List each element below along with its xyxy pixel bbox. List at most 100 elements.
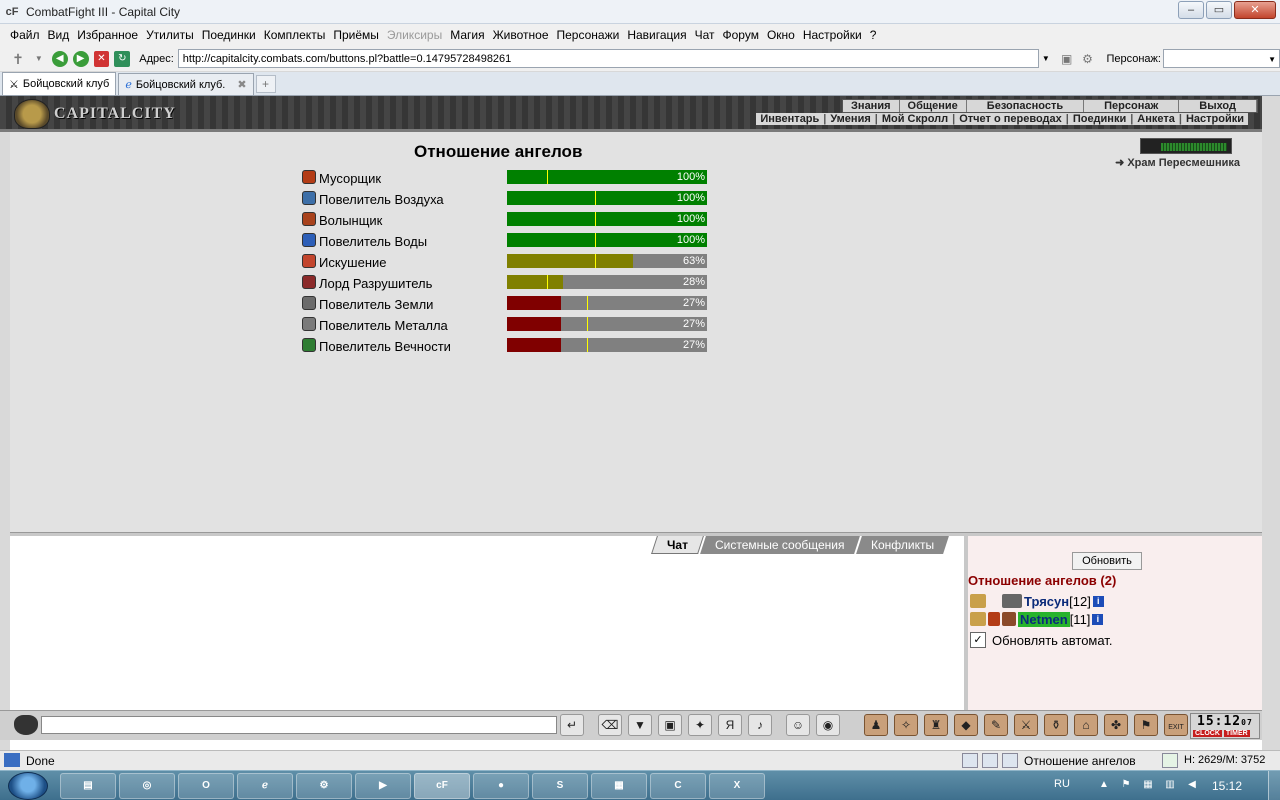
language-indicator[interactable]: RU	[1054, 778, 1070, 790]
menu-item-16[interactable]: ?	[870, 28, 877, 42]
menu-item-3[interactable]: Утилиты	[146, 28, 194, 42]
smiley-icon[interactable]: ☺	[786, 714, 810, 736]
network-tray-icon[interactable]: ▥	[1164, 779, 1176, 791]
map-icon[interactable]: ◆	[954, 714, 978, 736]
menu-item-4[interactable]: Поединки	[202, 28, 256, 42]
page-status-icon[interactable]	[982, 753, 998, 768]
back-button[interactable]: ◀	[51, 50, 68, 67]
info-icon[interactable]: i	[1092, 613, 1104, 625]
tray-expand-icon[interactable]: ▲	[1098, 779, 1110, 791]
taskbar-app-outlook-icon[interactable]: O	[178, 773, 234, 799]
clock-label[interactable]: CLOCK	[1193, 730, 1222, 737]
send-button[interactable]: ↵	[560, 714, 584, 736]
cross-icon[interactable]: ✝	[10, 51, 26, 67]
timer-label[interactable]: TIMER	[1223, 730, 1250, 737]
private-message-icon[interactable]	[970, 612, 986, 626]
maximize-button[interactable]: ▭	[1206, 1, 1232, 19]
taskbar-app-chrome-icon[interactable]: ◎	[119, 773, 175, 799]
translit-icon[interactable]: Я	[718, 714, 742, 736]
inventory-icon[interactable]: ♜	[924, 714, 948, 736]
exit-icon[interactable]: EXIT	[1164, 714, 1188, 736]
magic-icon[interactable]: ✧	[894, 714, 918, 736]
fight-icon[interactable]: ⚔	[1014, 714, 1038, 736]
close-button[interactable]: ✕	[1234, 1, 1276, 19]
menu-item-9[interactable]: Животное	[493, 28, 549, 42]
eraser-icon[interactable]: ⌫	[598, 714, 622, 736]
auto-refresh-checkbox[interactable]: ✓	[970, 632, 986, 648]
refresh-button[interactable]: ↻	[114, 50, 131, 67]
tab-system-messages[interactable]: Системные сообщения	[700, 536, 860, 554]
person-select[interactable]: ▼	[1162, 49, 1280, 68]
filter-icon[interactable]: ▼	[628, 714, 652, 736]
taskbar-app-cc-icon[interactable]: C	[650, 773, 706, 799]
menu-item-6[interactable]: Приёмы	[333, 28, 379, 42]
taskbar-app-messenger-icon[interactable]: ●	[473, 773, 529, 799]
nav-transfer-report[interactable]: Отчет о переводах	[955, 113, 1066, 125]
taskbar-app-explorer-icon[interactable]: ▤	[60, 773, 116, 799]
menu-item-1[interactable]: Вид	[48, 28, 70, 42]
quest-icon[interactable]: ✎	[984, 714, 1008, 736]
nav-inventory[interactable]: Инвентарь	[756, 113, 823, 125]
tab-fight-club-2[interactable]: ℯ Бойцовский клуб. ✖	[118, 73, 254, 95]
menu-item-12[interactable]: Чат	[695, 28, 715, 42]
paw-icon[interactable]: ✤	[1104, 714, 1128, 736]
menu-item-7[interactable]: Эликсиры	[387, 28, 442, 42]
nav-settings[interactable]: Настройки	[1182, 113, 1248, 125]
walk-icon[interactable]: ✦	[688, 714, 712, 736]
start-button[interactable]	[8, 772, 48, 800]
menu-item-11[interactable]: Навигация	[627, 28, 686, 42]
minimize-button[interactable]: –	[1178, 1, 1204, 19]
nav-exit[interactable]: Выход	[1179, 100, 1257, 112]
tab-fight-club[interactable]: ⚔ Бойцовский клуб	[2, 72, 117, 95]
new-tab-button[interactable]: +	[255, 75, 276, 93]
menu-item-14[interactable]: Окно	[767, 28, 795, 42]
dropdown-icon[interactable]: ▼	[31, 51, 47, 67]
network-tray-icon[interactable]: ▦	[1142, 779, 1154, 791]
page-icon[interactable]: ▣	[1059, 51, 1075, 67]
nav-skills[interactable]: Умения	[826, 113, 874, 125]
nav-security[interactable]: Безопасность	[967, 100, 1085, 112]
shop-icon[interactable]: ⌂	[1074, 714, 1098, 736]
user-name[interactable]: Netmen	[1018, 611, 1070, 627]
nav-character[interactable]: Персонаж	[1084, 100, 1180, 112]
info-icon[interactable]: i	[1092, 595, 1104, 607]
nav-my-scroll[interactable]: Мой Скролл	[878, 113, 952, 125]
head-icon[interactable]	[14, 715, 38, 735]
address-dropdown-icon[interactable]: ▼	[1039, 49, 1053, 68]
taskbar-app-media-icon[interactable]: ▶	[355, 773, 411, 799]
address-input[interactable]	[177, 49, 1039, 68]
right-scrollbar[interactable]	[1262, 96, 1280, 750]
menu-item-2[interactable]: Избранное	[77, 28, 138, 42]
menu-item-8[interactable]: Магия	[450, 28, 484, 42]
menu-item-13[interactable]: Форум	[723, 28, 759, 42]
refresh-status-icon[interactable]	[1162, 753, 1178, 768]
flag-tray-icon[interactable]: ⚑	[1120, 779, 1132, 791]
menu-item-0[interactable]: Файл	[10, 28, 40, 42]
taskbar-app-calendar-icon[interactable]: ▦	[591, 773, 647, 799]
nav-profile[interactable]: Анкета	[1133, 113, 1179, 125]
menu-item-10[interactable]: Персонажи	[557, 28, 620, 42]
sound-icon[interactable]: ♪	[748, 714, 772, 736]
window-status-icon[interactable]	[1002, 753, 1018, 768]
save-icon[interactable]: ▣	[658, 714, 682, 736]
flag-icon[interactable]: ⚑	[1134, 714, 1158, 736]
forward-button[interactable]: ▶	[72, 50, 89, 67]
refresh-online-button[interactable]: Обновить	[1072, 552, 1142, 570]
chat-input[interactable]	[41, 716, 557, 734]
show-desktop-button[interactable]	[1268, 771, 1280, 800]
taskbar-app-program-icon[interactable]: ⚙	[296, 773, 352, 799]
user-name[interactable]: Трясун	[1024, 594, 1069, 609]
volume-tray-icon[interactable]: ◀	[1186, 779, 1198, 791]
temple-link[interactable]: ➜ Храм Пересмешника	[1115, 156, 1240, 169]
tab-close-icon[interactable]: ✖	[237, 78, 246, 91]
taskbar-app-ie-icon[interactable]: ℯ	[237, 773, 293, 799]
taskbar-app-skype-icon[interactable]: S	[532, 773, 588, 799]
clock-status-icon[interactable]	[962, 753, 978, 768]
helmet-icon[interactable]: ◉	[816, 714, 840, 736]
tools-icon[interactable]: ⚙	[1080, 51, 1096, 67]
menu-item-15[interactable]: Настройки	[803, 28, 862, 42]
nav-communication[interactable]: Общение	[900, 100, 967, 112]
bag-icon[interactable]: ⚱	[1044, 714, 1068, 736]
tab-conflicts[interactable]: Конфликты	[855, 536, 949, 554]
stop-button[interactable]: ✕	[93, 50, 110, 67]
